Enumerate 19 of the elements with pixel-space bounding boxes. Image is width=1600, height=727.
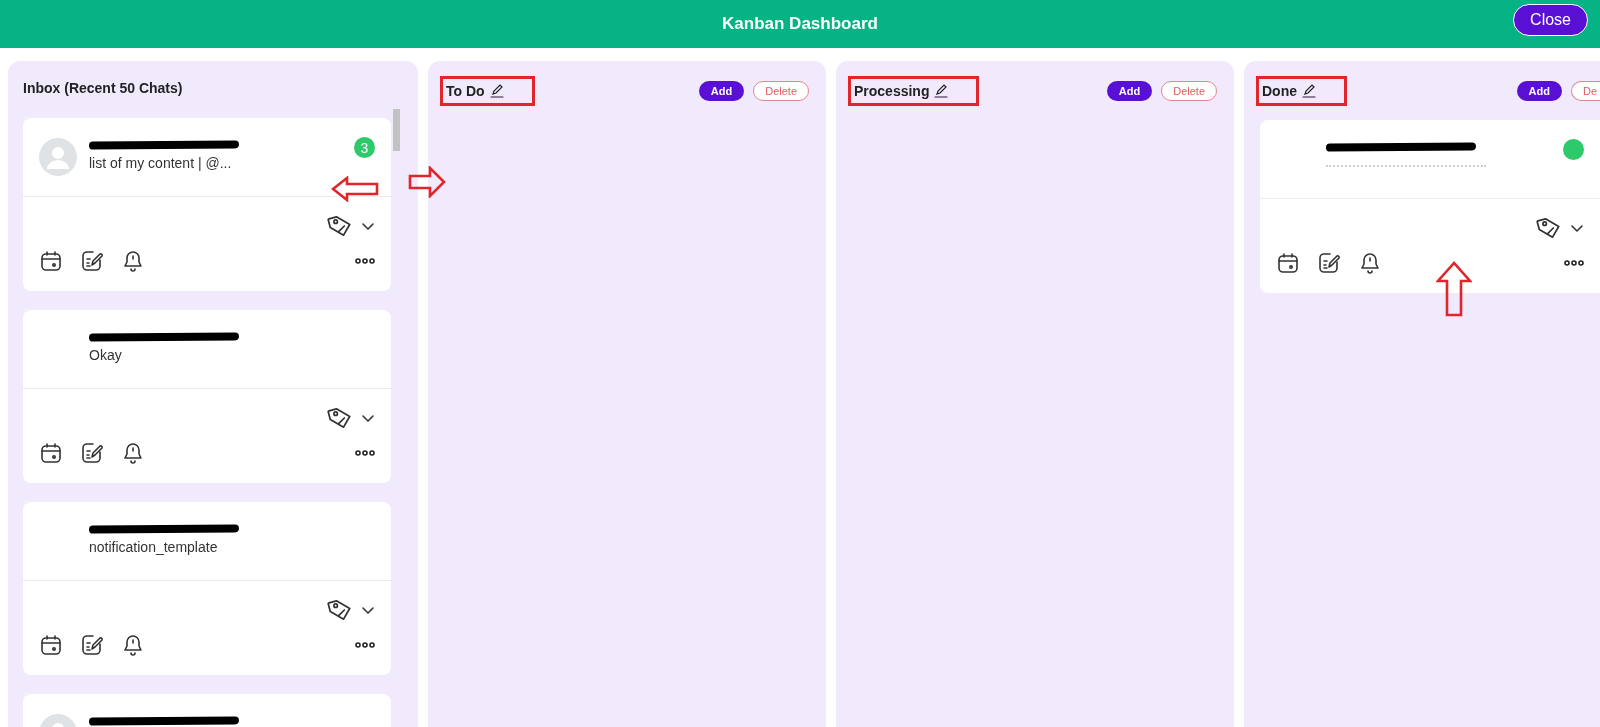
delete-button[interactable]: Delete — [753, 81, 809, 101]
message-preview: notification_template — [89, 539, 219, 555]
chat-card[interactable]: notification_template — [23, 502, 391, 675]
dashboard-title: Kanban Dashboard — [722, 14, 878, 34]
add-button[interactable]: Add — [1106, 81, 1153, 101]
delete-button[interactable]: De — [1570, 81, 1600, 101]
column-title: Processing — [854, 83, 930, 99]
chat-card[interactable]: Okay — [23, 310, 391, 483]
column-title: To Do — [446, 83, 485, 99]
panel-title: Inbox (Recent 50 Chats) — [23, 79, 184, 98]
message-preview: list of my content | @... — [89, 155, 233, 171]
close-button[interactable]: Close — [1513, 4, 1588, 36]
delete-button[interactable]: Delete — [1161, 81, 1217, 101]
chat-card[interactable]: list of my content | @... 3 — [23, 118, 391, 291]
add-button[interactable]: Add — [698, 81, 745, 101]
add-button[interactable]: Add — [1516, 81, 1562, 101]
column-title: Done — [1262, 83, 1297, 99]
unread-badge: 3 — [354, 137, 375, 158]
message-preview: Okay — [89, 347, 123, 363]
